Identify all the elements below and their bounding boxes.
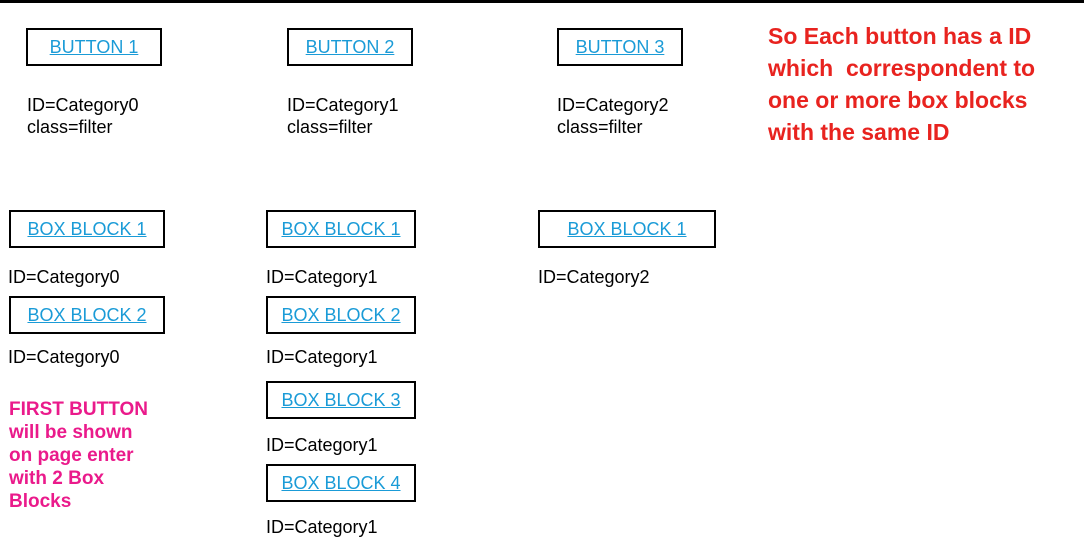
box-block-id-text: ID=Category1 bbox=[266, 267, 378, 287]
button-3-class-text: class=filter bbox=[557, 117, 643, 137]
explanation-note: So Each button has a ID which correspond… bbox=[768, 20, 1084, 148]
button-3[interactable]: BUTTON 3 bbox=[557, 28, 683, 66]
box-block-label[interactable]: BOX BLOCK 2 bbox=[27, 305, 146, 326]
button-1[interactable]: BUTTON 1 bbox=[26, 28, 162, 66]
box-block-label[interactable]: BOX BLOCK 4 bbox=[281, 473, 400, 494]
box-block-id-text: ID=Category0 bbox=[8, 267, 120, 287]
button-3-label[interactable]: BUTTON 3 bbox=[576, 37, 665, 58]
button-2-label[interactable]: BUTTON 2 bbox=[306, 37, 395, 58]
box-block-cat1-4[interactable]: BOX BLOCK 4 bbox=[266, 464, 416, 502]
explanation-note-line: So Each button has a ID bbox=[768, 23, 1032, 49]
button-1-class-text: class=filter bbox=[27, 117, 113, 137]
box-block-id-text: ID=Category1 bbox=[266, 347, 378, 367]
button-2-class-text: class=filter bbox=[287, 117, 373, 137]
box-block-cat2-1[interactable]: BOX BLOCK 1 bbox=[538, 210, 716, 248]
box-block-id-text: ID=Category1 bbox=[266, 435, 378, 455]
box-block-cat0-2[interactable]: BOX BLOCK 2 bbox=[9, 296, 165, 334]
box-block-label[interactable]: BOX BLOCK 1 bbox=[281, 219, 400, 240]
first-button-note-line: on page enter bbox=[9, 445, 134, 466]
box-block-cat0-1[interactable]: BOX BLOCK 1 bbox=[9, 210, 165, 248]
explanation-note-line: one or more box blocks bbox=[768, 87, 1028, 113]
button-3-id-text: ID=Category2 bbox=[557, 95, 669, 115]
first-button-note: FIRST BUTTON will be shown on page enter… bbox=[9, 398, 209, 513]
box-block-label[interactable]: BOX BLOCK 1 bbox=[567, 219, 686, 240]
explanation-note-line: with the same ID bbox=[768, 119, 950, 145]
button-2[interactable]: BUTTON 2 bbox=[287, 28, 413, 66]
button-1-id-text: ID=Category0 bbox=[27, 95, 139, 115]
box-block-id-text: ID=Category2 bbox=[538, 267, 650, 287]
explanation-note-line: which correspondent to bbox=[768, 55, 1036, 81]
box-block-cat1-3[interactable]: BOX BLOCK 3 bbox=[266, 381, 416, 419]
first-button-note-line: Blocks bbox=[9, 491, 72, 512]
box-block-id-text: ID=Category1 bbox=[266, 517, 378, 537]
box-block-label[interactable]: BOX BLOCK 2 bbox=[281, 305, 400, 326]
box-block-id-text: ID=Category0 bbox=[8, 347, 120, 367]
top-divider bbox=[0, 0, 1084, 3]
box-block-label[interactable]: BOX BLOCK 3 bbox=[281, 390, 400, 411]
box-block-cat1-1[interactable]: BOX BLOCK 1 bbox=[266, 210, 416, 248]
first-button-note-line: FIRST BUTTON bbox=[9, 399, 148, 420]
first-button-note-line: will be shown bbox=[9, 422, 133, 443]
box-block-label[interactable]: BOX BLOCK 1 bbox=[27, 219, 146, 240]
first-button-note-line: with 2 Box bbox=[9, 468, 105, 489]
button-2-id-text: ID=Category1 bbox=[287, 95, 399, 115]
box-block-cat1-2[interactable]: BOX BLOCK 2 bbox=[266, 296, 416, 334]
button-1-label[interactable]: BUTTON 1 bbox=[50, 37, 139, 58]
